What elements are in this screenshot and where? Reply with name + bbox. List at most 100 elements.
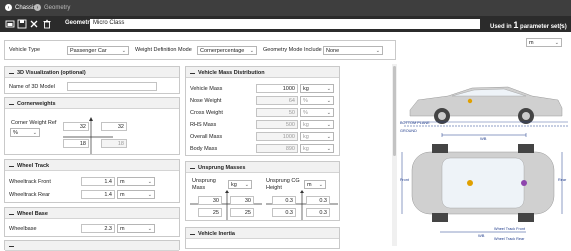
unit-value: m bbox=[120, 192, 125, 198]
unit-value: m bbox=[120, 179, 125, 185]
model-name-input[interactable] bbox=[67, 82, 157, 91]
unsprung-mass-fl-input[interactable]: 30 bbox=[198, 196, 222, 205]
chevron-down-icon: ⌄ bbox=[147, 192, 152, 198]
wheelbase-dim-label: WB bbox=[480, 136, 487, 141]
rear-axle-marker bbox=[521, 180, 527, 186]
wheelbase-unit-select[interactable]: m ⌄ bbox=[117, 224, 155, 233]
inertia-panel-header[interactable]: Vehicle Inertia bbox=[186, 228, 339, 239]
collapse-icon bbox=[9, 212, 14, 217]
unsprung-cg-rr-input[interactable]: 0.3 bbox=[306, 208, 330, 217]
viz3d-panel-header[interactable]: 3D Visualization (optional) bbox=[5, 67, 179, 78]
wheeltrack-rear-label: Wheeltrack Rear bbox=[9, 192, 50, 198]
unsprung-mass-unit-select[interactable]: kg ⌄ bbox=[228, 180, 252, 189]
unsprung-panel: Unsprung Masses Unsprung Mass kg ⌄ Unspr… bbox=[185, 161, 340, 221]
mass-row-unit-select: % ⌄ bbox=[300, 96, 334, 105]
ground-label: GROUND bbox=[400, 129, 417, 133]
mass-row-label: Nose Weight bbox=[190, 98, 222, 104]
cornerweights-panel: Cornerweights Corner Weight Ref % ⌄ 32 3… bbox=[4, 97, 180, 155]
wheelbase-input[interactable]: 2.3 bbox=[81, 224, 115, 233]
chevron-down-icon: ⌄ bbox=[249, 48, 254, 54]
corner-weight-fl-input[interactable]: 32 bbox=[63, 122, 89, 131]
next-panel-header[interactable] bbox=[5, 241, 179, 251]
collapse-icon bbox=[9, 71, 14, 76]
unit-value: % bbox=[303, 98, 308, 104]
unsprung-cg-fl-input[interactable]: 0.3 bbox=[272, 196, 296, 205]
chevron-down-icon: ⌄ bbox=[375, 48, 380, 54]
unit-value: kg bbox=[303, 86, 309, 92]
panel-title: Wheel Track bbox=[17, 163, 50, 169]
chevron-down-icon: ⌄ bbox=[32, 130, 37, 136]
chevron-down-icon: ⌄ bbox=[326, 134, 331, 140]
weight-mode-value: Cornerpercentage bbox=[200, 48, 245, 54]
vehicle-settings-strip: Vehicle Type Passenger Car ⌄ Weight Defi… bbox=[4, 40, 396, 60]
mass-row-unit-select: % ⌄ bbox=[300, 108, 334, 117]
track-rear-legend: Wheel Track Rear bbox=[494, 237, 525, 241]
unsprung-mass-rr-input[interactable]: 25 bbox=[230, 208, 254, 217]
chevron-down-icon[interactable]: ⌄ bbox=[559, 20, 565, 28]
mass-row-unit-select[interactable]: kg ⌄ bbox=[300, 84, 334, 93]
unit-value: m bbox=[120, 226, 125, 232]
wheelbase-panel-header[interactable]: Wheel Base bbox=[5, 208, 179, 219]
scrollbar-thumb[interactable] bbox=[393, 66, 396, 156]
chevron-down-icon: ⌄ bbox=[121, 48, 126, 54]
chevron-down-icon: ⌄ bbox=[244, 182, 249, 188]
collapse-icon bbox=[190, 232, 195, 237]
unit-value: m bbox=[307, 182, 312, 188]
save-icon[interactable] bbox=[17, 19, 27, 29]
unsprung-cg-unit-select[interactable]: m ⌄ bbox=[304, 180, 326, 189]
weight-mode-select[interactable]: Cornerpercentage ⌄ bbox=[197, 46, 257, 55]
unsprung-mass-rl-input[interactable]: 25 bbox=[198, 208, 222, 217]
mass-row-value-input: 890 bbox=[256, 144, 298, 153]
unsprung-cg-fr-input[interactable]: 0.3 bbox=[306, 196, 330, 205]
collapse-icon bbox=[190, 166, 195, 171]
panel-title: Cornerweights bbox=[17, 101, 56, 107]
next-panel-partial bbox=[4, 240, 180, 251]
breadcrumb-item-geometry[interactable]: › Geometry bbox=[34, 4, 70, 11]
chevron-down-icon: ⌄ bbox=[326, 110, 331, 116]
corner-weight-rl-input[interactable]: 18 bbox=[63, 139, 89, 148]
chassis-step-icon: › bbox=[5, 4, 12, 11]
vehicle-type-value: Passenger Car bbox=[70, 48, 107, 54]
model-name-label: Name of 3D Model bbox=[9, 84, 55, 90]
mass-row-unit-select: kg ⌄ bbox=[300, 120, 334, 129]
wheeltrack-rear-unit-select[interactable]: m ⌄ bbox=[117, 190, 155, 199]
corner-weight-fr-input[interactable]: 32 bbox=[101, 122, 127, 131]
unit-value: kg bbox=[303, 146, 309, 152]
geometry-mode-label: Geometry Mode Include bbox=[263, 47, 322, 53]
breadcrumb-item-chassis[interactable]: › Chassis bbox=[5, 4, 36, 11]
geometry-name-input[interactable]: Micro Class bbox=[90, 19, 480, 29]
close-icon[interactable] bbox=[29, 19, 39, 29]
vehicle-diagram: m ⌄ BOTTOM PLANE GROUND WB Front Rear WB… bbox=[398, 34, 571, 246]
unsprung-mass-fr-input[interactable]: 30 bbox=[230, 196, 254, 205]
wheeltrack-front-input[interactable]: 1.4 bbox=[81, 177, 115, 186]
wheeltrack-front-unit-select[interactable]: m ⌄ bbox=[117, 177, 155, 186]
open-folder-icon[interactable] bbox=[5, 19, 15, 29]
unsprung-panel-header[interactable]: Unsprung Masses bbox=[186, 162, 339, 173]
mass-row-value-input: 64 bbox=[256, 96, 298, 105]
used-in-indicator[interactable]: Used in 1 parameter set(s) bbox=[490, 20, 567, 30]
cog-top-marker bbox=[467, 180, 473, 186]
panel-title: Vehicle Mass Distribution bbox=[198, 70, 265, 76]
wheeltrack-panel-header[interactable]: Wheel Track bbox=[5, 160, 179, 171]
geometry-mode-select[interactable]: None ⌄ bbox=[323, 46, 383, 55]
wheeltrack-rear-input[interactable]: 1.4 bbox=[81, 190, 115, 199]
chevron-down-icon: ⌄ bbox=[326, 86, 331, 92]
mass-row-unit-select: kg ⌄ bbox=[300, 132, 334, 141]
unit-value: % bbox=[13, 130, 18, 136]
mass-row-value-input: 50 bbox=[256, 108, 298, 117]
geometry-mode-value: None bbox=[326, 48, 340, 54]
mass-distribution-panel-header[interactable]: Vehicle Mass Distribution bbox=[186, 67, 339, 78]
mass-row-label: Vehicle Mass bbox=[190, 86, 223, 92]
collapse-icon bbox=[9, 164, 14, 169]
corner-weight-unit-select[interactable]: % ⌄ bbox=[10, 128, 40, 137]
vehicle-type-label: Vehicle Type bbox=[9, 47, 41, 53]
chevron-down-icon: ⌄ bbox=[326, 146, 331, 152]
cornerweights-panel-header[interactable]: Cornerweights bbox=[5, 98, 179, 109]
vehicle-type-select[interactable]: Passenger Car ⌄ bbox=[67, 46, 129, 55]
delete-trash-icon[interactable] bbox=[42, 19, 52, 29]
mass-row-label: RHS Mass bbox=[190, 122, 217, 128]
mass-row-value-input[interactable]: 1000 bbox=[256, 84, 298, 93]
breadcrumb-label: Geometry bbox=[44, 4, 71, 11]
unsprung-cg-rl-input[interactable]: 0.3 bbox=[272, 208, 296, 217]
mass-row-label: Body Mass bbox=[190, 146, 218, 152]
